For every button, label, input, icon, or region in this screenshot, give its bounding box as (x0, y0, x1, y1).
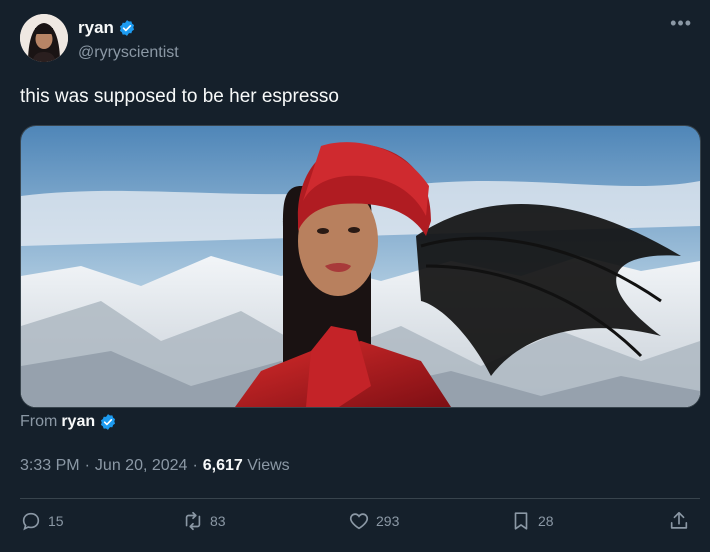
action-bar: 15 83 293 28 (20, 510, 700, 546)
author-name-row[interactable]: ryan (78, 18, 136, 38)
from-attribution: From ryan (20, 413, 117, 431)
separator: · (192, 457, 198, 474)
tweet-date[interactable]: Jun 20, 2024 (95, 457, 188, 475)
media-image (21, 126, 700, 407)
reply-button[interactable]: 15 (20, 510, 64, 532)
like-button[interactable]: 293 (348, 510, 399, 532)
tweet-header: ryan @ryryscientist ••• (20, 14, 692, 70)
tweet-text: this was supposed to be her espresso (20, 86, 339, 107)
separator: · (84, 457, 90, 474)
bookmark-button[interactable]: 28 (510, 510, 554, 532)
divider (20, 498, 700, 499)
avatar[interactable] (20, 14, 68, 62)
like-count: 293 (376, 513, 400, 529)
author-name[interactable]: ryan (78, 18, 114, 38)
reply-count: 15 (48, 513, 64, 529)
views-count: 6,617 (202, 457, 243, 474)
from-name[interactable]: ryan (61, 413, 95, 431)
retweet-count: 83 (210, 513, 226, 529)
tweet-time[interactable]: 3:33 PM (20, 457, 80, 475)
more-icon[interactable]: ••• (670, 14, 692, 32)
tweet-media[interactable] (20, 125, 701, 408)
share-icon (670, 511, 688, 529)
views-stat[interactable]: 6,617 Views (203, 457, 290, 475)
verified-badge-icon (119, 20, 134, 36)
author-handle[interactable]: @ryryscientist (78, 44, 179, 62)
retweet-icon (185, 511, 201, 531)
like-icon (349, 513, 369, 530)
retweet-button[interactable]: 83 (182, 510, 226, 532)
from-label: From (20, 413, 58, 430)
verified-badge-icon (101, 414, 116, 430)
tweet-meta: 3:33 PM · Jun 20, 2024 · 6,617 Views (20, 457, 290, 475)
views-label: Views (247, 457, 290, 474)
bookmark-icon (514, 512, 528, 530)
reply-icon (22, 512, 40, 531)
bookmark-count: 28 (538, 513, 554, 529)
share-button[interactable] (668, 510, 690, 532)
